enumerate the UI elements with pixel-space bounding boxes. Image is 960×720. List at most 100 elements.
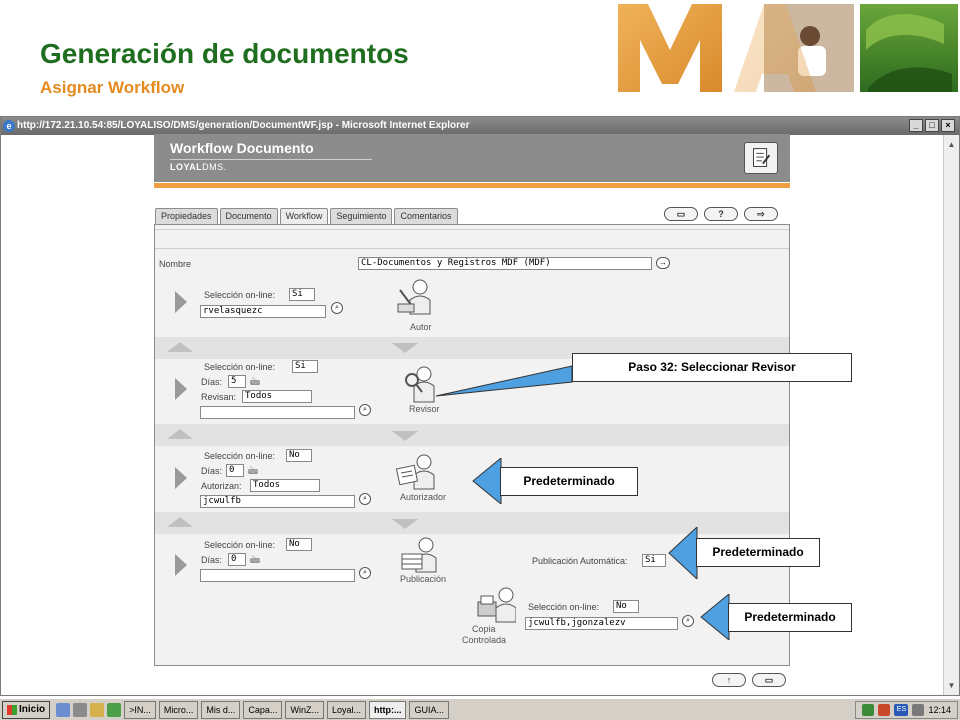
publicacion-dias-field[interactable]: 0 [228, 553, 246, 566]
tab-bar: Propiedades Documento Workflow Seguimien… [155, 208, 460, 224]
callout-copia: Predeterminado [728, 603, 852, 632]
maximize-button[interactable]: □ [925, 119, 939, 132]
autorizador-dias-field[interactable]: 0 [226, 464, 244, 477]
play-icon [175, 467, 187, 489]
pub-auto-label: Publicación Automática: [532, 556, 628, 566]
tab-propiedades[interactable]: Propiedades [155, 208, 218, 224]
volume-icon[interactable] [912, 704, 925, 716]
play-icon [175, 378, 187, 400]
autorizador-user-field[interactable]: jcwulfb [200, 495, 355, 508]
revisan-field[interactable]: Todos [242, 390, 312, 403]
search-icon[interactable]: ⌕ [359, 493, 371, 505]
task-button[interactable]: Mis d... [201, 700, 241, 719]
desktop-icon[interactable] [73, 702, 88, 717]
arrow-right-icon[interactable]: → [656, 257, 670, 269]
document-edit-icon[interactable] [744, 142, 778, 174]
help-button[interactable]: ? [704, 207, 738, 221]
slide-subtitle: Asignar Workflow [40, 78, 185, 97]
callout-arrow-copia [700, 594, 730, 640]
task-button[interactable]: GUIA... [409, 700, 449, 719]
quick-launch [56, 702, 122, 717]
window-controls: _ □ × [909, 119, 955, 132]
move-down-icon[interactable] [392, 519, 418, 529]
scroll-top-button[interactable]: ↑ [712, 673, 746, 687]
close-button[interactable]: × [941, 119, 955, 132]
revisor-sel-label: Selección on-line: [204, 362, 276, 372]
task-button[interactable]: Loyal... [326, 700, 366, 719]
bottom-save-button[interactable]: ▭ [752, 673, 786, 687]
windows-logo-icon [7, 704, 17, 715]
search-icon[interactable]: ⌕ [359, 404, 371, 416]
system-tray: ES 12:14 [855, 701, 958, 719]
app-brand: LOYALDMS. [170, 162, 227, 172]
brand-bold: LOYAL [170, 162, 203, 172]
autor-sel-field[interactable]: Si [289, 288, 315, 301]
copia-sel-field[interactable]: No [613, 600, 639, 613]
save-button[interactable]: ▭ [664, 207, 698, 221]
task-button[interactable]: Capa... [243, 700, 283, 719]
autorizador-sel-field[interactable]: No [286, 449, 312, 462]
start-button[interactable]: Inicio [2, 700, 51, 719]
search-icon[interactable]: ⌕ [359, 567, 371, 579]
revisor-user-field[interactable] [200, 406, 355, 419]
language-indicator[interactable]: ES [894, 704, 909, 716]
move-up-icon[interactable] [167, 342, 193, 352]
autor-sel-label: Selección on-line: [204, 290, 276, 300]
pub-auto-field[interactable]: Si [642, 554, 666, 567]
nombre-field[interactable]: CL-Documentos y Registros MDF (MDF) [358, 257, 652, 270]
header-accent-bar [154, 183, 790, 188]
callout-arrow-autorizador [472, 458, 502, 504]
revisor-sel-field[interactable]: Si [292, 360, 318, 373]
start-label: Inicio [19, 703, 46, 715]
calendar-icon[interactable]: 🖮 [250, 553, 260, 570]
vertical-scrollbar[interactable]: ▲ ▼ [943, 135, 959, 695]
move-down-icon[interactable] [392, 431, 418, 441]
tab-documento[interactable]: Documento [219, 208, 278, 224]
network-icon[interactable] [862, 704, 875, 716]
autor-user-field[interactable]: rvelasquezc [200, 305, 326, 318]
header-divider [170, 159, 372, 160]
autorizan-field[interactable]: Todos [250, 479, 320, 492]
move-down-icon[interactable] [392, 343, 418, 353]
task-button[interactable]: WinZ... [285, 700, 324, 719]
autorizador-role-label: Autorizador [400, 492, 447, 502]
task-button[interactable]: Micro... [158, 700, 199, 719]
publicacion-dias-label: Días: [201, 555, 223, 565]
task-button-active[interactable]: http:... [368, 700, 407, 719]
tab-seguimiento[interactable]: Seguimiento [330, 208, 393, 224]
play-icon [175, 291, 187, 313]
exit-button[interactable]: ⇨ [744, 207, 778, 221]
ie-launch-icon[interactable] [56, 702, 71, 717]
nombre-label: Nombre [159, 259, 192, 269]
scroll-up-icon[interactable]: ▲ [946, 139, 957, 150]
minimize-button[interactable]: _ [909, 119, 923, 132]
antivirus-icon[interactable] [878, 704, 891, 716]
folder-icon[interactable] [90, 702, 105, 717]
search-icon[interactable]: ⌕ [682, 615, 694, 627]
slide-title: Generación de documentos [40, 38, 409, 69]
move-up-icon[interactable] [167, 517, 193, 527]
browser-title: http://172.21.10.54:85/LOYALISO/DMS/gene… [17, 120, 470, 131]
app-launch-icon[interactable] [107, 702, 122, 717]
publicacion-user-field[interactable] [200, 569, 355, 582]
separator-band [155, 424, 789, 446]
autorizan-label: Autorizan: [201, 481, 242, 491]
move-up-icon[interactable] [167, 429, 193, 439]
revisan-label: Revisan: [201, 392, 237, 402]
revisor-dias-label: Días: [201, 377, 223, 387]
search-icon[interactable]: ⌕ [331, 302, 343, 314]
tab-comentarios[interactable]: Comentarios [394, 208, 458, 224]
copia-role-label-1: Copia [472, 624, 496, 634]
revisor-dias-field[interactable]: 5 [228, 375, 246, 388]
copia-user-field[interactable]: jcwulfb,jgonzalezv [525, 617, 678, 630]
scroll-down-icon[interactable]: ▼ [946, 680, 957, 691]
mas-logo [618, 4, 958, 92]
publicacion-sel-field[interactable]: No [286, 538, 312, 551]
callout-autorizador: Predeterminado [500, 467, 638, 496]
task-button[interactable]: >IN... [124, 700, 156, 719]
tab-workflow[interactable]: Workflow [279, 208, 329, 224]
slide: Generación de documentos Asignar Workflo… [0, 0, 960, 720]
autorizador-dias-label: Días: [201, 466, 223, 476]
app-title: Workflow Documento [170, 140, 314, 156]
clock: 12:14 [928, 705, 951, 715]
